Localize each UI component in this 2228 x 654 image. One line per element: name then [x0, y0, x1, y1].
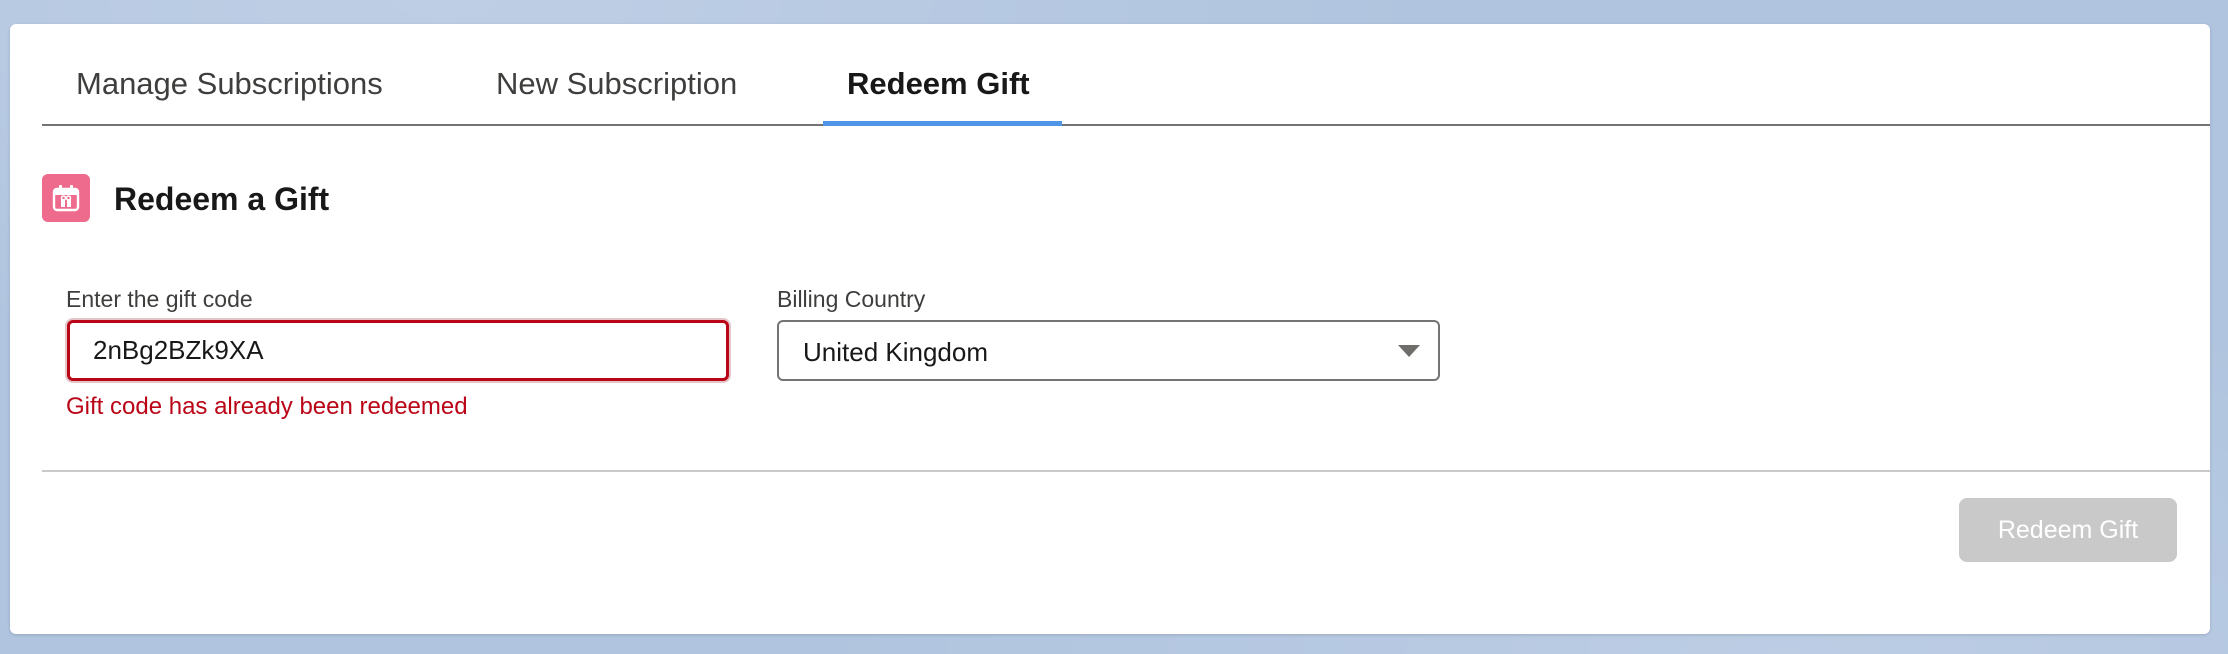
- billing-country-label: Billing Country: [777, 286, 926, 312]
- section-title: Redeem a Gift: [114, 181, 330, 217]
- billing-country-value: United Kingdom: [803, 337, 988, 367]
- redeem-gift-button[interactable]: Redeem Gift: [1959, 498, 2177, 562]
- gift-calendar-icon: [42, 174, 90, 222]
- tab-manage-subscriptions[interactable]: Manage Subscriptions: [76, 66, 383, 102]
- gift-code-error: Gift code has already been redeemed: [66, 393, 468, 420]
- billing-country-select[interactable]: United Kingdom: [777, 320, 1440, 381]
- gift-code-input[interactable]: [67, 320, 729, 381]
- footer-divider: [42, 470, 2210, 472]
- gift-code-label: Enter the gift code: [66, 286, 253, 312]
- calendar-gift-glyph: [52, 185, 80, 212]
- tab-bar: Manage Subscriptions New Subscription Re…: [42, 24, 2210, 126]
- tab-redeem-gift[interactable]: Redeem Gift: [847, 66, 1030, 102]
- tab-new-subscription[interactable]: New Subscription: [496, 66, 737, 102]
- chevron-down-icon: [1398, 345, 1420, 357]
- active-tab-indicator: [823, 121, 1062, 126]
- redeem-gift-card: Manage Subscriptions New Subscription Re…: [10, 24, 2210, 634]
